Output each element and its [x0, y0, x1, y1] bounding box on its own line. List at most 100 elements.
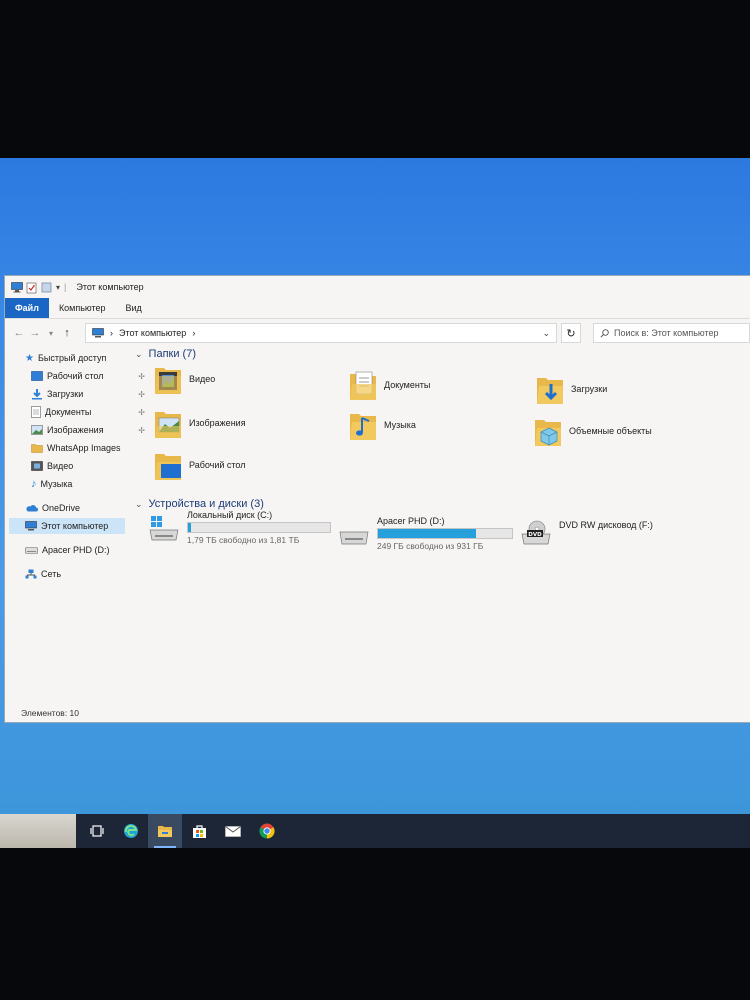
file-explorer-button[interactable] [148, 814, 182, 848]
drive-usage-bar [377, 528, 513, 539]
title-separator: | [64, 282, 67, 292]
breadcrumb-separator: › [110, 328, 113, 338]
cloud-icon [25, 504, 38, 512]
drive-f-dvd[interactable]: DVD DVD RW дисковод (F:) [521, 520, 653, 546]
tab-file[interactable]: Файл [5, 298, 49, 318]
folder-desktop[interactable]: Рабочий стол [153, 448, 246, 482]
mail-button[interactable] [216, 814, 250, 848]
up-arrow-icon[interactable]: ↑ [59, 327, 75, 339]
task-view-icon [90, 825, 104, 837]
folder-label: Объемные объекты [569, 426, 652, 436]
computer-icon [11, 281, 23, 293]
music-icon: ♪ [31, 478, 37, 490]
folder-label: Рабочий стол [189, 460, 246, 470]
search-placeholder: Поиск в: Этот компьютер [614, 328, 719, 338]
navigation-pane: ★ Быстрый доступ Рабочий стол ✢ Загрузки… [5, 350, 145, 702]
search-input[interactable]: Поиск в: Этот компьютер [593, 323, 750, 343]
pictures-folder-icon [153, 406, 183, 440]
drive-usage-fill [188, 523, 191, 532]
document-icon [31, 406, 41, 418]
back-arrow-icon[interactable]: ← [11, 327, 27, 339]
chrome-button[interactable] [250, 814, 284, 848]
address-bar[interactable]: › Этот компьютер › ⌄ [85, 323, 557, 343]
star-icon: ★ [25, 352, 34, 364]
drive-info: DVD RW дисковод (F:) [559, 520, 653, 532]
nav-label: Сеть [41, 569, 62, 579]
section-title: Папки (7) [148, 348, 196, 360]
drive-free-space: 1,79 ТБ свободно из 1,81 ТБ [187, 535, 300, 545]
nav-label: Рабочий стол [47, 371, 104, 381]
nav-label: OneDrive [42, 503, 81, 513]
video-folder-icon [153, 362, 183, 396]
breadcrumb-separator: › [192, 328, 196, 338]
ribbon-tabs: Файл Компьютер Вид [5, 298, 750, 319]
folders-section-header[interactable]: ⌄ Папки (7) [135, 346, 196, 362]
windows-drive-icon [149, 516, 179, 542]
music-folder-icon [348, 408, 378, 442]
pictures-icon [31, 425, 43, 435]
refresh-button[interactable]: ↻ [561, 323, 581, 343]
nav-label: Быстрый доступ [37, 353, 107, 363]
address-dropdown-icon[interactable]: ⌄ [542, 328, 550, 339]
store-icon [192, 824, 207, 839]
folder-documents[interactable]: Документы [348, 368, 430, 402]
drive-name: Apacer PHD (D:) [377, 516, 445, 526]
desktop-folder-icon [153, 448, 183, 482]
recent-dropdown-icon[interactable]: ▾ [43, 329, 59, 338]
nav-this-pc[interactable]: Этот компьютер [9, 518, 125, 534]
video-icon [31, 461, 43, 471]
store-button[interactable] [182, 814, 216, 848]
properties-icon[interactable] [26, 282, 37, 293]
documents-folder-icon [348, 368, 378, 402]
drive-usage-fill [378, 529, 476, 538]
chevron-down-icon: ⌄ [135, 498, 143, 509]
refresh-icon: ↻ [566, 327, 576, 340]
folder-music[interactable]: Музыка [348, 408, 416, 442]
desktop: ▾ | Этот компьютер Файл Компьютер Вид ← … [0, 158, 750, 848]
task-view-button[interactable] [80, 814, 114, 848]
computer-icon [92, 328, 104, 338]
drive-c[interactable]: Локальный диск (C:) 1,79 ТБ свободно из … [149, 510, 331, 545]
3d-objects-folder-icon [533, 414, 563, 448]
drive-usage-bar [187, 522, 331, 533]
nav-quick-access[interactable]: ★ Быстрый доступ [25, 350, 145, 366]
drive-icon [25, 546, 38, 554]
nav-label: Этот компьютер [41, 521, 109, 531]
taskbar [0, 814, 750, 848]
drive-d[interactable]: Apacer PHD (D:) 249 ГБ свободно из 931 Г… [339, 516, 513, 551]
folder-3d-objects[interactable]: Объемные объекты [533, 414, 652, 448]
drive-name: DVD RW дисковод (F:) [559, 520, 653, 530]
quick-access-toolbar-dropdown-icon[interactable]: ▾ [56, 283, 60, 292]
new-folder-icon[interactable] [41, 282, 52, 293]
breadcrumb[interactable]: Этот компьютер [119, 328, 186, 338]
nav-apacer-drive[interactable]: Apacer PHD (D:) [25, 542, 145, 558]
folder-pictures[interactable]: Изображения [153, 406, 246, 440]
desktop-icon [31, 371, 43, 381]
folder-videos[interactable]: Видео [153, 362, 215, 396]
drive-name: Локальный диск (C:) [187, 510, 273, 520]
drive-info: Apacer PHD (D:) 249 ГБ свободно из 931 Г… [377, 516, 513, 551]
edge-button[interactable] [114, 814, 148, 848]
nav-onedrive[interactable]: OneDrive [25, 500, 145, 516]
explorer-window: ▾ | Этот компьютер Файл Компьютер Вид ← … [5, 276, 750, 722]
search-icon [600, 328, 609, 338]
external-drive-icon [339, 522, 369, 548]
forward-arrow-icon[interactable]: → [27, 327, 43, 339]
nav-label: Музыка [40, 479, 73, 489]
folder-downloads[interactable]: Загрузки [535, 372, 607, 406]
folder-icon [31, 443, 43, 453]
nav-label: Загрузки [47, 389, 84, 399]
tab-computer[interactable]: Компьютер [49, 298, 116, 318]
section-title: Устройства и диски (3) [148, 498, 264, 510]
nav-network[interactable]: Сеть [25, 566, 145, 582]
edge-icon [123, 823, 139, 839]
nav-label: Apacer PHD (D:) [42, 545, 110, 555]
drive-info: Локальный диск (C:) 1,79 ТБ свободно из … [187, 510, 331, 545]
title-bar: ▾ | Этот компьютер [5, 276, 750, 298]
network-icon [25, 569, 37, 579]
search-highlight-thumbnail[interactable] [0, 814, 76, 848]
tab-view[interactable]: Вид [116, 298, 152, 318]
nav-label: WhatsApp Images [47, 443, 121, 453]
downloads-folder-icon [535, 372, 565, 406]
window-title: Этот компьютер [76, 282, 144, 292]
